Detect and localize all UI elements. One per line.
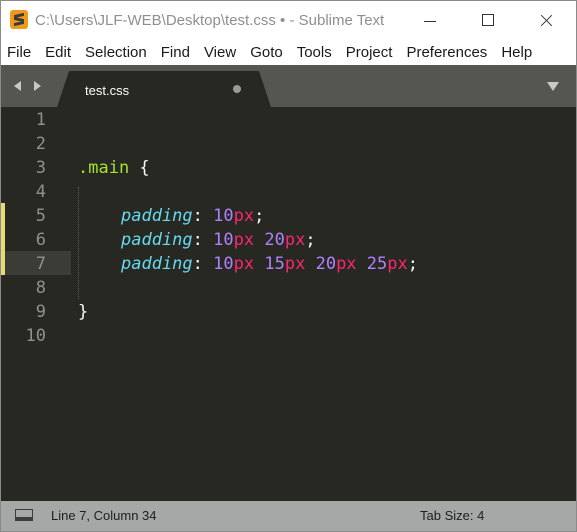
code-line-5: padding: 10px; [121, 204, 264, 228]
semicolon: ; [305, 230, 316, 250]
tab-label: test.css [85, 83, 130, 98]
sublime-text-window: C:\Users\JLF-WEB\Desktop\test.css • - Su… [0, 0, 577, 532]
unit: px [233, 230, 255, 250]
menu-preferences[interactable]: Preferences [399, 44, 494, 61]
line-number: 7 [35, 254, 46, 274]
menu-selection[interactable]: Selection [78, 44, 154, 61]
status-bar: Line 7, Column 34 Tab Size: 4 [1, 501, 576, 531]
line-number: 3 [35, 158, 46, 178]
unsaved-dot-icon[interactable] [233, 85, 241, 93]
menu-find[interactable]: Find [154, 44, 197, 61]
open-brace: { [129, 158, 150, 178]
menu-view[interactable]: View [197, 44, 243, 61]
toggle-panel-icon[interactable] [15, 509, 33, 521]
colon: : [192, 230, 214, 250]
unit: px [233, 206, 255, 226]
line-number: 10 [25, 326, 46, 346]
menu-project[interactable]: Project [339, 44, 400, 61]
code-line-9: } [78, 300, 88, 324]
css-property: padding [121, 206, 193, 226]
number: 10 [213, 254, 234, 274]
semicolon: ; [407, 254, 419, 274]
css-selector: .main [78, 158, 130, 178]
line-number: 4 [35, 182, 46, 202]
line-number: 2 [35, 134, 46, 154]
modified-lines-marker [1, 203, 5, 275]
number: 10 [213, 206, 234, 226]
close-brace: } [78, 302, 89, 322]
colon: : [192, 254, 214, 274]
number: 20 [264, 230, 285, 250]
tab-bar: test.css [1, 65, 576, 107]
cursor-position[interactable]: Line 7, Column 34 [51, 508, 157, 523]
menu-edit[interactable]: Edit [38, 44, 78, 61]
unit: px [284, 230, 306, 250]
line-number: 1 [35, 110, 46, 130]
window-title: C:\Users\JLF-WEB\Desktop\test.css • - Su… [35, 12, 385, 29]
unit: px [233, 254, 255, 274]
minimize-icon[interactable] [401, 1, 459, 39]
unit: px [387, 254, 408, 274]
close-icon[interactable] [517, 1, 575, 39]
css-property: padding [121, 230, 193, 250]
menu-goto[interactable]: Goto [243, 44, 290, 61]
semicolon: ; [254, 206, 265, 226]
code-editor[interactable]: 1 2 3 4 5 6 7 8 9 10 .main { padding: 10… [1, 107, 576, 501]
tab-nav-right-icon[interactable] [34, 81, 41, 91]
line-number: 9 [35, 302, 46, 322]
menu-help[interactable]: Help [494, 44, 539, 61]
maximize-icon[interactable] [459, 1, 517, 39]
number: 10 [213, 230, 234, 250]
tab-nav-left-icon[interactable] [14, 81, 21, 91]
tab-test-css[interactable]: test.css [57, 71, 271, 107]
menu-bar: File Edit Selection Find View Goto Tools… [1, 39, 576, 65]
number: 20 [315, 254, 337, 274]
unit: px [284, 254, 306, 274]
tab-size-selector[interactable]: Tab Size: 4 [420, 508, 484, 523]
indent-guide [78, 187, 79, 299]
colon: : [192, 206, 214, 226]
unit: px [336, 254, 357, 274]
number: 15 [264, 254, 285, 274]
css-property: padding [121, 254, 193, 274]
line-number: 5 [35, 206, 46, 226]
sublime-text-icon [10, 10, 28, 29]
number: 25 [366, 254, 388, 274]
menu-file[interactable]: File [1, 44, 38, 61]
line-number: 8 [35, 278, 46, 298]
code-line-3: .main { [78, 156, 150, 180]
line-number: 6 [35, 230, 46, 250]
code-line-6: padding: 10px 20px; [121, 228, 316, 252]
title-bar: C:\Users\JLF-WEB\Desktop\test.css • - Su… [1, 1, 576, 39]
code-line-7: padding: 10px 15px 20px 25px; [121, 252, 418, 276]
tab-dropdown-icon[interactable] [547, 82, 559, 91]
menu-tools[interactable]: Tools [290, 44, 339, 61]
